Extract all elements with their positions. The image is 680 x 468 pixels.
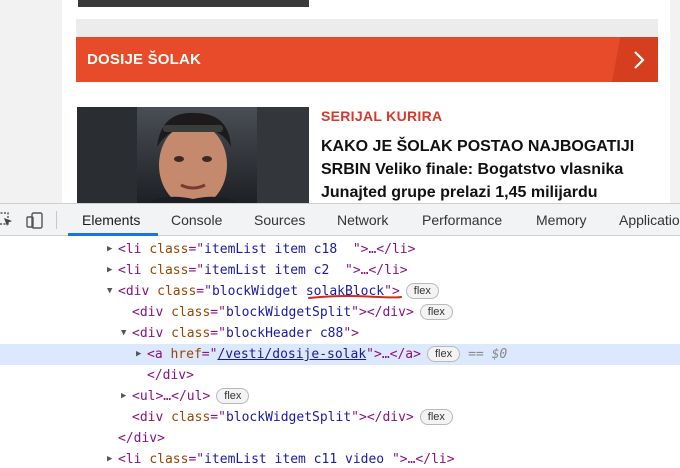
page-left-gutter [0, 0, 62, 203]
attr-value: blockWidget [211, 284, 306, 299]
tag-close: "> [343, 326, 359, 341]
attr-name: class [149, 263, 189, 278]
chevron-right-icon [634, 50, 645, 69]
attr-value: itemList item c18 [204, 242, 353, 257]
dom-node-li-c18[interactable]: ▶ <li class="itemList item c18 ">…</li> [0, 239, 680, 260]
previous-article-image[interactable] [78, 0, 309, 7]
selected-node-reference: == $0 [468, 347, 508, 362]
toolbar-separator [56, 211, 57, 229]
tab-sources[interactable]: Sources [254, 204, 305, 236]
collapse-triangle-icon[interactable]: ▼ [107, 281, 112, 302]
tag-close: "></div> [351, 305, 414, 320]
dom-node-div-blockheader[interactable]: ▼ <div class="blockHeader c88"> [0, 323, 680, 344]
attr-value: blockWidgetSplit [225, 305, 352, 320]
red-annotation-underline [308, 295, 402, 299]
attr-name: class [171, 326, 211, 341]
attr-name: class [171, 305, 211, 320]
tab-memory[interactable]: Memory [536, 204, 587, 236]
device-toolbar-icon[interactable] [25, 210, 45, 230]
attr-name: class [171, 410, 211, 425]
tab-performance[interactable]: Performance [422, 204, 502, 236]
tag-close: ">…</li> [345, 263, 408, 278]
attr-name: class [149, 242, 189, 257]
dom-node-a-selected[interactable]: ▶ <a href="/vesti/dosije-solak">…</a> fle… [0, 344, 680, 365]
dom-node-close-div-2[interactable]: </div> [0, 428, 680, 449]
attr-name: href [170, 347, 202, 362]
article-kicker[interactable]: SERIJAL KURIRA [321, 108, 442, 124]
flex-badge[interactable]: flex [405, 283, 439, 299]
tag-open: <div [132, 326, 172, 341]
elements-dom-tree: ▶ <li class="itemList item c18 ">…</li> … [0, 237, 680, 468]
section-header-dosije-solak[interactable]: DOSIJE ŠOLAK [76, 37, 658, 82]
section-title[interactable]: DOSIJE ŠOLAK [76, 51, 201, 68]
expand-triangle-icon[interactable]: ▶ [107, 239, 112, 260]
tag-open: <a [147, 347, 171, 362]
attr-eq: =" [210, 326, 226, 341]
web-page-viewport: DOSIJE ŠOLAK SERIJAL KURIRA KAKO JE ŠOLA… [0, 0, 680, 203]
devtools-tab-bar: Elements Console Sources Network Perform… [0, 204, 680, 236]
section-spacer [76, 19, 658, 37]
tag-open: <div [132, 305, 172, 320]
tag-open: <div [132, 410, 172, 425]
attr-eq: =" [188, 452, 205, 467]
tag-close: </div> [147, 368, 194, 383]
portrait-photo [77, 107, 309, 203]
dom-node-div-blockwidgetsplit-2[interactable]: <div class="blockWidgetSplit"></div> flex [0, 407, 680, 428]
tab-network[interactable]: Network [337, 204, 388, 236]
attr-value: itemList item c2 [204, 263, 345, 278]
section-more-button[interactable] [612, 37, 658, 82]
tag-close: </div> [118, 431, 165, 446]
tag-open: <div [118, 284, 158, 299]
attr-eq: =" [188, 263, 205, 278]
expand-triangle-icon[interactable]: ▶ [107, 449, 112, 468]
href-link[interactable]: /vesti/dosije-solak [217, 347, 366, 362]
article-headline[interactable]: KAKO JE ŠOLAK POSTAO NAJBOGATIJI SRBIN V… [321, 135, 661, 203]
expand-triangle-icon[interactable]: ▶ [136, 344, 141, 365]
dom-node-li-c2[interactable]: ▶ <li class="itemList item c2 ">…</li> [0, 260, 680, 281]
tab-application[interactable]: Applicatio [619, 204, 680, 236]
flex-badge[interactable]: flex [426, 346, 461, 362]
tab-elements[interactable]: Elements [82, 204, 140, 236]
collapse-triangle-icon[interactable]: ▼ [121, 323, 126, 344]
expand-triangle-icon[interactable]: ▶ [121, 386, 126, 407]
tag-open: <li [118, 242, 150, 257]
tag-close: ">…</a> [366, 347, 421, 362]
dom-node-li-c11-video[interactable]: ▶ <li class="itemList item c11 video ">…… [0, 449, 680, 468]
dom-node-div-blockwidgetsplit[interactable]: <div class="blockWidgetSplit"></div> flex [0, 302, 680, 323]
attr-eq: =" [201, 347, 218, 362]
active-tab-indicator [68, 233, 158, 236]
attr-eq: =" [210, 305, 226, 320]
attr-eq: =" [210, 410, 226, 425]
attr-name: class [149, 452, 189, 467]
tag-close: "></div> [351, 410, 414, 425]
flex-badge[interactable]: flex [216, 388, 250, 404]
tag-open: <li [118, 452, 150, 467]
page-right-gutter [670, 0, 680, 203]
dom-node-close-div[interactable]: </div> [0, 365, 680, 386]
attr-value: itemList item c11 video [204, 452, 392, 467]
tag-open: <li [118, 263, 150, 278]
expand-triangle-icon[interactable]: ▶ [107, 260, 112, 281]
flex-badge[interactable]: flex [419, 304, 453, 320]
attr-eq: =" [196, 284, 212, 299]
attr-value: blockWidgetSplit [225, 410, 352, 425]
attr-name: class [157, 284, 197, 299]
inspect-element-icon[interactable] [0, 210, 16, 230]
tag-open: <ul>…</ul> [132, 389, 211, 404]
attr-eq: =" [188, 242, 205, 257]
article-thumbnail[interactable] [77, 107, 309, 203]
dom-node-ul[interactable]: ▶ <ul>…</ul> flex [0, 386, 680, 407]
tag-close: ">…</li> [352, 242, 416, 257]
tab-console[interactable]: Console [171, 204, 222, 236]
attr-value: blockHeader c88 [225, 326, 344, 341]
tag-close: ">…</li> [391, 452, 455, 467]
devtools-panel: Elements Console Sources Network Perform… [0, 203, 680, 468]
flex-badge[interactable]: flex [419, 409, 453, 425]
